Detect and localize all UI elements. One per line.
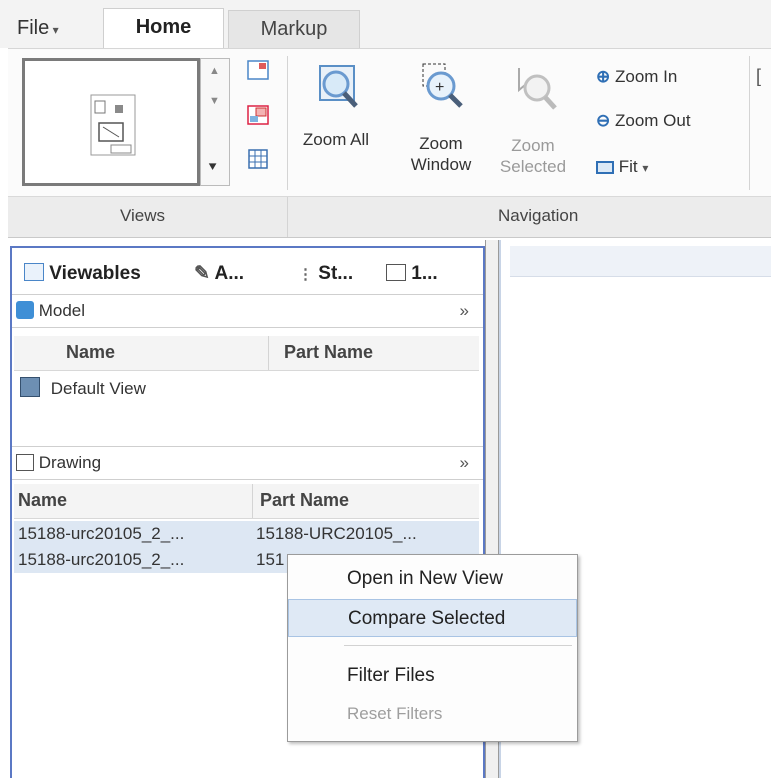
col-name[interactable]: Name: [66, 342, 115, 363]
menu-separator: [344, 645, 572, 646]
scroll-down-icon[interactable]: ▼: [209, 95, 220, 107]
column-divider: [252, 484, 253, 518]
zoom-in-button[interactable]: ⊕ Zoom In: [596, 64, 677, 90]
scroll-up-icon[interactable]: ▲: [209, 65, 220, 77]
tab-viewables[interactable]: Viewables: [24, 260, 141, 288]
tab-sheets[interactable]: 1...: [386, 260, 438, 288]
column-divider: [268, 336, 269, 370]
fit-button[interactable]: Fit ▾: [596, 154, 648, 180]
zoom-all-icon: [319, 65, 358, 108]
zoom-selected-button[interactable]: Zoom Selected: [490, 60, 576, 177]
drawing-sheet-icon: [16, 454, 34, 471]
zoom-window-icon: +: [422, 63, 463, 108]
view-option-2-icon[interactable]: [246, 103, 270, 127]
overflow-tool-icon[interactable]: [: [756, 66, 761, 87]
structure-tree-icon: ⋮: [298, 266, 313, 283]
viewables-icon: [24, 263, 44, 281]
menu-item-open-in-new-view[interactable]: Open in New View: [288, 560, 577, 598]
expand-chevron-icon[interactable]: »: [460, 295, 469, 327]
menu-item-reset-filters: Reset Filters: [347, 704, 443, 723]
grid-layout-icon[interactable]: [246, 147, 270, 171]
drawing-thumbnail-icon: [90, 94, 136, 156]
list-item-default-view[interactable]: Default View: [14, 376, 479, 402]
gallery-scroll[interactable]: ▲ ▼ ⯆: [200, 58, 230, 186]
ribbon-group-labels: Views Navigation: [8, 196, 771, 238]
tab-structure[interactable]: ⋮ St...: [298, 260, 353, 288]
tab-home[interactable]: Home: [103, 8, 224, 49]
sheet-icon: [386, 264, 406, 281]
dropdown-caret-icon: ▾: [49, 23, 59, 37]
col-part-name[interactable]: Part Name: [284, 342, 373, 363]
group-label-views: Views: [120, 206, 166, 225]
viewport-tab-strip: [510, 246, 771, 277]
model-column-headers: Name Part Name: [14, 336, 479, 371]
tab-annotations[interactable]: ✎ A...: [194, 260, 244, 288]
model-section-header[interactable]: Model »: [12, 294, 483, 328]
annotation-icon: ✎: [194, 263, 210, 284]
expand-chevron-icon[interactable]: »: [460, 447, 469, 479]
view-thumbnail-gallery[interactable]: [22, 58, 200, 186]
tab-markup[interactable]: Markup: [228, 10, 360, 49]
menu-item-compare-selected[interactable]: Compare Selected: [288, 599, 577, 637]
fit-dropdown-icon[interactable]: ▾: [642, 161, 648, 175]
camera-view-icon: [20, 377, 40, 397]
col-name[interactable]: Name: [18, 490, 67, 511]
group-label-navigation: Navigation: [498, 206, 579, 225]
model-cube-icon: [16, 301, 34, 319]
menu-item-filter-files[interactable]: Filter Files: [288, 657, 577, 695]
ribbon-group-divider: [287, 56, 288, 190]
drawing-section-header[interactable]: Drawing »: [12, 446, 483, 480]
view-option-1-icon[interactable]: [246, 58, 270, 82]
zoom-out-icon: ⊖: [596, 111, 611, 130]
zoom-in-icon: ⊕: [596, 67, 611, 86]
zoom-window-button[interactable]: + Zoom Window: [400, 58, 482, 175]
table-row[interactable]: 15188-urc20105_2_... 15188-URC20105_...: [14, 521, 479, 547]
svg-text:+: +: [435, 79, 444, 96]
group-label-divider: [287, 197, 288, 237]
fit-icon: [596, 161, 614, 175]
tab-file[interactable]: File ▾: [17, 10, 59, 46]
drawing-column-headers: Name Part Name: [14, 484, 479, 519]
zoom-selected-icon: [518, 68, 557, 110]
zoom-out-button[interactable]: ⊖ Zoom Out: [596, 108, 691, 134]
gallery-expand-icon[interactable]: ⯆: [207, 159, 218, 176]
col-part-name[interactable]: Part Name: [260, 490, 349, 511]
ribbon-group-divider-2: [749, 56, 750, 190]
zoom-all-button[interactable]: Zoom All: [292, 60, 380, 150]
panel-tabs: Viewables ✎ A... ⋮ St... 1...: [12, 248, 483, 292]
ribbon-tab-bar: File ▾ Home Markup: [0, 0, 771, 49]
context-menu: Open in New View Compare Selected Filter…: [287, 554, 578, 742]
